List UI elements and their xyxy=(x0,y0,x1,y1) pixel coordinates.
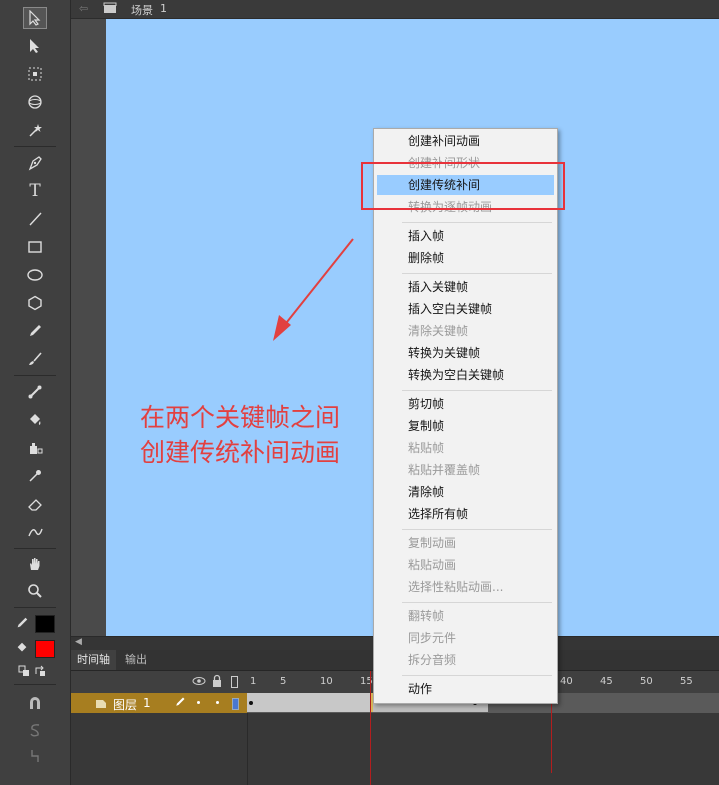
3d-rotation-tool-icon[interactable] xyxy=(23,91,47,113)
menu-item-paste-frames[interactable]: 粘贴帧 xyxy=(377,438,554,458)
pencil-tool-icon[interactable] xyxy=(23,320,47,342)
edit-pencil-icon xyxy=(174,696,186,711)
highlight-box xyxy=(361,162,565,210)
ruler-tick: 5 xyxy=(280,676,287,687)
layer-color-outline[interactable] xyxy=(232,698,239,710)
lock-dot[interactable] xyxy=(216,701,219,704)
menu-item-insert-frame[interactable]: 插入帧 xyxy=(377,226,554,246)
default-colors-icon[interactable] xyxy=(16,660,32,682)
straighten-icon xyxy=(23,745,47,767)
layer-number: 1 xyxy=(143,696,151,710)
subselection-tool-icon[interactable] xyxy=(23,35,47,57)
timeline-body xyxy=(71,713,719,785)
layer-row[interactable]: 图层 1 xyxy=(71,693,247,713)
tab-timeline[interactable]: 时间轴 xyxy=(71,650,116,670)
eyedropper-tool-icon[interactable] xyxy=(23,465,47,487)
menu-item-synchronize-symbols[interactable]: 同步元件 xyxy=(377,628,554,648)
ruler-tick: 1 xyxy=(250,676,257,687)
playhead-marker xyxy=(551,693,552,773)
menu-item-clear-frames[interactable]: 清除帧 xyxy=(377,482,554,502)
annotation-text: 在两个关键帧之间 创建传统补间动画 xyxy=(140,400,380,470)
scroll-left-icon[interactable]: ◀ xyxy=(75,637,82,647)
zoom-tool-icon[interactable] xyxy=(23,580,47,602)
context-menu: 创建补间动画 创建补间形状 创建传统补间 转换为逐帧动画 插入帧 删除帧 插入关… xyxy=(373,128,558,704)
width-tool-icon[interactable] xyxy=(23,521,47,543)
keyframe-1[interactable] xyxy=(249,701,253,705)
ruler-tick: 45 xyxy=(600,676,613,687)
annotation-line-2: 创建传统补间动画 xyxy=(140,438,341,467)
menu-item-paste-motion[interactable]: 粘贴动画 xyxy=(377,555,554,575)
snap-magnet-icon[interactable] xyxy=(23,692,47,714)
fill-color-bucket-icon xyxy=(12,637,32,659)
menu-item-paste-and-overwrite-frames[interactable]: 粘贴并覆盖帧 xyxy=(377,460,554,480)
lasso-magic-wand-icon[interactable] xyxy=(23,119,47,141)
line-tool-icon[interactable] xyxy=(23,208,47,230)
eraser-tool-icon[interactable] xyxy=(23,493,47,515)
menu-item-clear-keyframe[interactable]: 清除关键帧 xyxy=(377,321,554,341)
back-arrow-icon[interactable]: ⇦ xyxy=(79,2,88,15)
menu-item-insert-blank-keyframe[interactable]: 插入空白关键帧 xyxy=(377,299,554,319)
smooth-icon xyxy=(23,719,47,741)
layer-icon xyxy=(95,697,107,712)
visibility-dot[interactable] xyxy=(197,701,200,704)
ink-bottle-tool-icon[interactable] xyxy=(23,437,47,459)
menu-item-insert-keyframe[interactable]: 插入关键帧 xyxy=(377,277,554,297)
scene-label[interactable]: 场景 xyxy=(131,2,153,18)
annotation-line-1: 在两个关键帧之间 xyxy=(140,403,341,432)
ruler-tick: 10 xyxy=(320,676,333,687)
polystar-tool-icon[interactable] xyxy=(23,292,47,314)
ruler-tick: 50 xyxy=(640,676,653,687)
text-tool-icon[interactable]: T xyxy=(23,180,47,202)
tools-panel: T xyxy=(0,0,71,785)
layer-header xyxy=(71,671,247,693)
menu-item-select-all-frames[interactable]: 选择所有帧 xyxy=(377,504,554,524)
scene-clapper-icon xyxy=(103,2,117,17)
menu-item-copy-frames[interactable]: 复制帧 xyxy=(377,416,554,436)
bone-tool-icon[interactable] xyxy=(23,381,47,403)
stroke-color-pencil-icon xyxy=(12,612,32,634)
menu-item-reverse-frames[interactable]: 翻转帧 xyxy=(377,606,554,626)
menu-item-create-motion-tween[interactable]: 创建补间动画 xyxy=(377,131,554,151)
selection-tool-icon[interactable] xyxy=(23,7,47,29)
menu-item-convert-to-blank-keyframes[interactable]: 转换为空白关键帧 xyxy=(377,365,554,385)
frame-span[interactable] xyxy=(247,693,371,712)
menu-item-convert-to-keyframes[interactable]: 转换为关键帧 xyxy=(377,343,554,363)
free-transform-tool-icon[interactable] xyxy=(23,63,47,85)
menu-item-actions[interactable]: 动作 xyxy=(377,679,554,699)
show-hide-eye-icon[interactable] xyxy=(192,675,206,690)
oval-tool-icon[interactable] xyxy=(23,264,47,286)
menu-item-paste-motion-special[interactable]: 选择性粘贴动画... xyxy=(377,577,554,597)
paint-bucket-tool-icon[interactable] xyxy=(23,409,47,431)
layer-name[interactable]: 图层 xyxy=(113,696,137,713)
menu-item-split-audio[interactable]: 拆分音频 xyxy=(377,650,554,670)
menu-item-copy-motion[interactable]: 复制动画 xyxy=(377,533,554,553)
scene-bar: ⇦ 场景 1 xyxy=(71,0,719,19)
lock-icon[interactable] xyxy=(211,674,223,691)
pen-tool-icon[interactable] xyxy=(23,152,47,174)
fill-color-swatch[interactable] xyxy=(35,640,55,658)
brush-tool-icon[interactable] xyxy=(23,348,47,370)
tab-output[interactable]: 输出 xyxy=(119,650,153,670)
ruler-tick: 55 xyxy=(680,676,693,687)
swap-colors-icon[interactable] xyxy=(32,660,48,682)
menu-item-remove-frames[interactable]: 删除帧 xyxy=(377,248,554,268)
outline-icon[interactable] xyxy=(231,676,238,688)
annotation-arrow xyxy=(273,238,354,341)
rectangle-tool-icon[interactable] xyxy=(23,236,47,258)
hand-tool-icon[interactable] xyxy=(23,553,47,575)
ruler-tick: 40 xyxy=(560,676,573,687)
menu-item-cut-frames[interactable]: 剪切帧 xyxy=(377,394,554,414)
scene-number: 1 xyxy=(160,2,167,15)
stroke-color-swatch[interactable] xyxy=(35,615,55,633)
playhead[interactable] xyxy=(370,671,371,785)
